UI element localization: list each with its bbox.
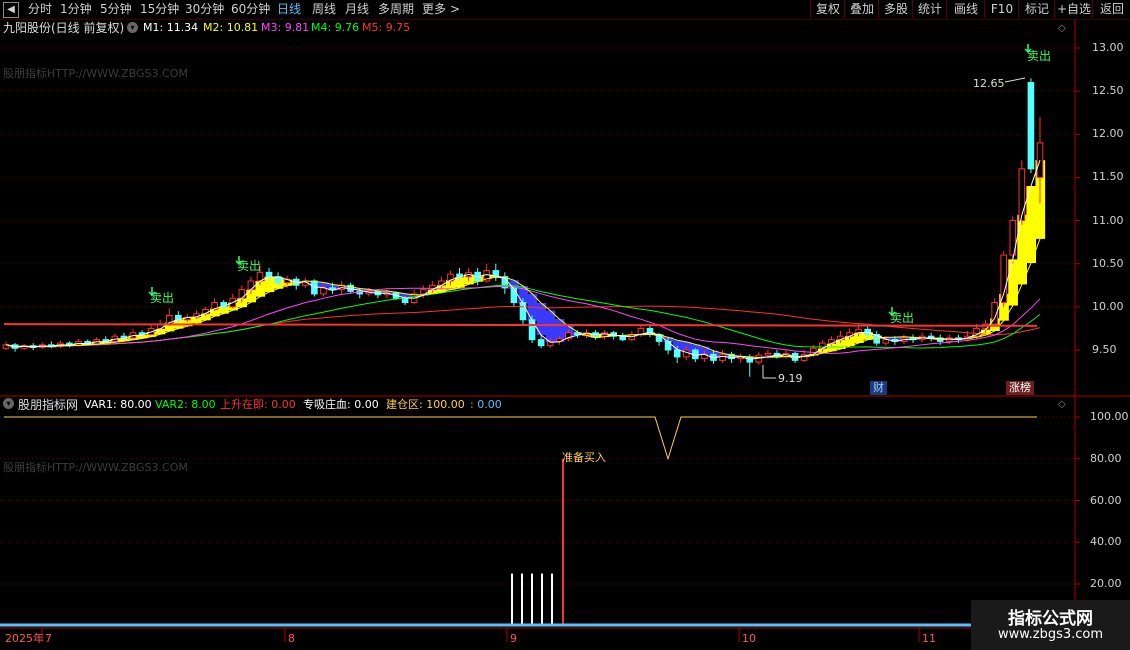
- var1-line: [4, 416, 1037, 461]
- band-segment: [545, 310, 556, 343]
- date-axis: [41, 628, 920, 642]
- candle-body: [528, 319, 536, 341]
- candle-body: [764, 352, 772, 356]
- candle-body: [1018, 168, 1026, 222]
- date-label: 7: [45, 632, 52, 645]
- sub-tick-label: 20.00: [1090, 577, 1122, 590]
- sub-tick-label: 80.00: [1090, 451, 1122, 465]
- sub-tick-label: 40.00: [1090, 535, 1122, 549]
- candle-body: [882, 339, 890, 344]
- sub-indicator-chart: [0, 416, 1037, 627]
- price-tick-label: 12.00: [1092, 127, 1124, 141]
- ma-lines: [3, 160, 1041, 360]
- candle-body: [664, 340, 672, 351]
- sub-tick-label: 60.00: [1090, 493, 1122, 507]
- annotations: [148, 44, 1032, 379]
- high-price-label: 12.65: [973, 77, 1005, 90]
- site-logo: 指标公式网 www.zbgs3.com: [971, 600, 1130, 650]
- price-tick-label: 11.50: [1092, 170, 1124, 184]
- candle-body: [537, 339, 545, 347]
- candle-body: [320, 287, 327, 295]
- date-label: 10: [742, 632, 756, 645]
- band-segment: [1017, 214, 1027, 285]
- candle-body: [265, 271, 273, 278]
- ma-band-fill: [10, 160, 1046, 360]
- date-label: 9: [510, 632, 517, 645]
- candle-body: [519, 302, 527, 321]
- candle-body: [1036, 142, 1044, 178]
- candle-body: [311, 280, 318, 295]
- sell-signal-label: 卖出: [890, 311, 915, 325]
- date-label: 8: [288, 632, 295, 645]
- price-tick-label: 10.00: [1092, 299, 1124, 313]
- sell-signal-label: 卖出: [150, 291, 175, 305]
- candle-body: [673, 349, 681, 358]
- date-label: 2025年: [5, 632, 44, 645]
- candle-body: [719, 353, 726, 361]
- price-tick-label: 11.00: [1092, 213, 1124, 227]
- limit-up-badge[interactable]: 涨榜: [1006, 381, 1034, 395]
- logo-title: 指标公式网: [1008, 609, 1093, 629]
- candle-body: [1027, 82, 1035, 170]
- band-segment: [1008, 259, 1018, 306]
- high-leader-line: [1004, 77, 1026, 83]
- sub-tick-label: 100.00: [1090, 410, 1129, 423]
- price-tick-label: 12.50: [1092, 84, 1124, 98]
- candle-body: [510, 287, 518, 304]
- price-tick-label: 10.50: [1092, 256, 1124, 270]
- date-label: 11: [922, 632, 936, 645]
- finance-badge[interactable]: 财: [870, 381, 887, 395]
- kline-chart[interactable]: [0, 0, 1130, 650]
- candle-body: [419, 289, 427, 295]
- sell-signal-label: 卖出: [237, 259, 262, 273]
- band-segment: [1026, 186, 1037, 264]
- candle-body: [646, 327, 654, 335]
- price-tick-label: 9.50: [1092, 343, 1117, 356]
- candle-body: [1000, 254, 1008, 304]
- sell-signal-label: 卖出: [1027, 49, 1052, 63]
- candle-body: [401, 297, 409, 304]
- candle-body: [682, 349, 690, 358]
- buy-ready-label: 准备买入: [562, 451, 606, 464]
- price-tick-label: 13.00: [1092, 41, 1124, 54]
- logo-url: www.zbgs3.com: [997, 627, 1104, 642]
- low-price-label: 9.19: [778, 372, 803, 385]
